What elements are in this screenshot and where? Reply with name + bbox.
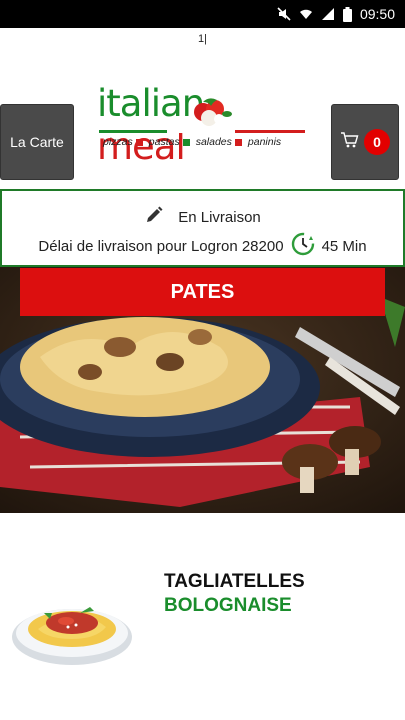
category-title-button[interactable]: PATES [20, 268, 385, 316]
delivery-delay-value: 45 Min [321, 237, 367, 255]
cart-icon [340, 131, 360, 154]
product-name-line2: BOLOGNAISE [164, 595, 292, 616]
logo-tagline: pizzas pastas salades paninis [103, 136, 282, 148]
product-name: TAGLIATELLES BOLOGNAISE [164, 570, 305, 618]
logo: italianmeal pizzas pastas salades paninis [97, 82, 307, 168]
delivery-mode-label: En Livraison [178, 208, 261, 226]
category-title: PATES [170, 280, 235, 303]
wifi-icon [299, 7, 313, 21]
menu-button-label: La Carte [10, 134, 64, 150]
status-bar: 09:50 [0, 0, 405, 28]
product-item[interactable]: TAGLIATELLES BOLOGNAISE [0, 560, 405, 670]
mute-icon [277, 7, 291, 21]
logo-flag-bar [99, 130, 305, 133]
menu-button[interactable]: La Carte [0, 104, 74, 180]
cart-count-badge: 0 [364, 129, 390, 155]
tomato-icon [194, 98, 232, 126]
pencil-edit-icon[interactable] [144, 205, 164, 229]
cart-button[interactable]: 0 [331, 104, 399, 180]
delivery-info-panel[interactable]: En Livraison Délai de livraison pour Log… [0, 189, 405, 267]
signal-icon [321, 7, 335, 21]
clock-icon [290, 231, 316, 261]
product-image [12, 607, 132, 665]
product-name-line1: TAGLIATELLES [164, 571, 305, 592]
battery-icon [342, 6, 352, 22]
text-cursor: 1| [198, 33, 207, 45]
delivery-delay-text: Délai de livraison pour Logron 28200 [38, 237, 284, 255]
status-time: 09:50 [359, 6, 395, 22]
